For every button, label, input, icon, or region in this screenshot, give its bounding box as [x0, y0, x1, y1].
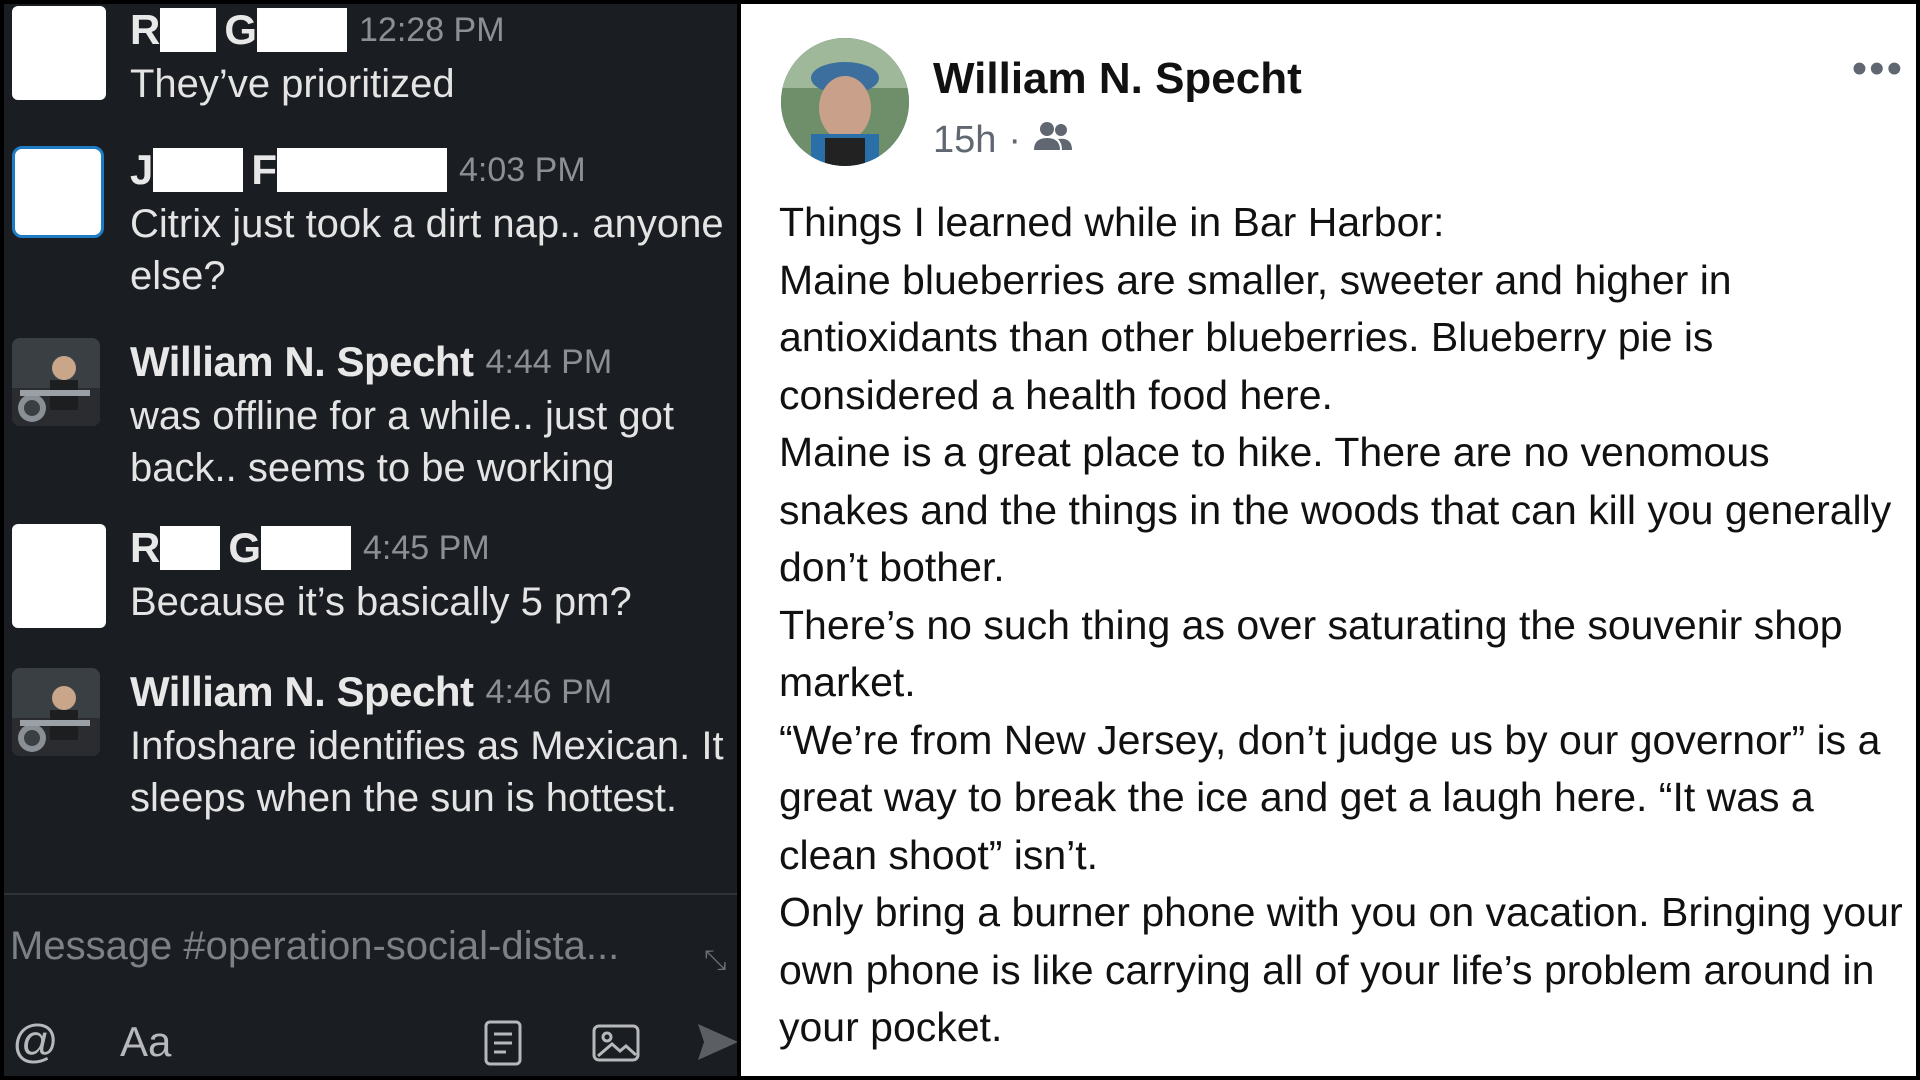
message-time[interactable]: 4:46 PM: [486, 673, 613, 712]
message-text: They’ve prioritized: [130, 62, 455, 106]
message-text: Because it’s basically 5 pm?: [130, 580, 632, 624]
message-header: J F 4:03 PM: [130, 146, 586, 194]
avatar-redacted[interactable]: [12, 6, 106, 100]
message-text: Citrix just took a dirt nap.. anyone els…: [130, 202, 724, 298]
avatar-redacted[interactable]: [12, 524, 106, 628]
at-icon[interactable]: @: [12, 1014, 59, 1068]
avatar-photo[interactable]: [12, 668, 100, 756]
composer-toolbar: @ Aa: [4, 1014, 737, 1076]
message-time[interactable]: 12:28 PM: [359, 11, 505, 50]
friends-audience-icon[interactable]: [1033, 119, 1073, 162]
meta-separator: ·: [1008, 119, 1022, 161]
avatar-photo[interactable]: [12, 338, 100, 426]
message-header: William N. Specht 4:44 PM: [130, 338, 612, 386]
message-text: was offline for a while.. just got back.…: [130, 394, 674, 490]
sender-initial[interactable]: R: [130, 6, 160, 54]
expand-icon[interactable]: ⤡: [704, 944, 726, 977]
redaction-box: [160, 526, 221, 570]
post-paragraph: Maine is a great place to hike. There ar…: [779, 429, 1892, 590]
post-paragraph: There’s no such thing as over saturating…: [779, 601, 1843, 706]
sender-name[interactable]: William N. Specht: [130, 668, 474, 716]
redaction-box: [160, 8, 217, 52]
social-post: William N. Specht 15h · ••• Things I lea…: [741, 4, 1916, 1076]
send-icon[interactable]: [696, 1018, 737, 1071]
post-age[interactable]: 15h: [933, 119, 996, 162]
message-text: Infoshare identifies as Mexican. It slee…: [130, 724, 724, 820]
chat-panel: R G 12:28 PM They’ve prioritized J F 4:0…: [4, 4, 737, 1076]
sender-initial[interactable]: R: [130, 524, 160, 572]
message-time[interactable]: 4:45 PM: [363, 529, 490, 568]
post-paragraph: Things I learned while in Bar Harbor:: [779, 199, 1445, 245]
avatar-person-icon: [12, 668, 100, 756]
sender-initial[interactable]: G: [224, 6, 257, 54]
avatar-person-icon: [781, 38, 909, 166]
sender-initial[interactable]: G: [228, 524, 261, 572]
composer-divider: [4, 893, 737, 895]
sender-initial[interactable]: F: [251, 146, 277, 194]
message-header: R G 4:45 PM: [130, 524, 490, 572]
more-options-icon[interactable]: •••: [1852, 44, 1904, 94]
format-text-icon[interactable]: Aa: [120, 1018, 171, 1066]
post-paragraph: Maine blueberries are smaller, sweeter a…: [779, 256, 1732, 418]
message-input[interactable]: Message #operation-social-dista...: [10, 924, 670, 969]
message-header: William N. Specht 4:46 PM: [130, 668, 612, 716]
message-time[interactable]: 4:44 PM: [486, 343, 613, 382]
post-paragraph: “We’re from New Jersey, don’t judge us b…: [779, 716, 1881, 878]
redaction-box: [277, 148, 448, 192]
message-time[interactable]: 4:03 PM: [459, 151, 586, 190]
shortcut-icon[interactable]: [480, 1018, 526, 1073]
post-paragraph: Only bring a burner phone with you on va…: [779, 889, 1903, 1050]
image-icon[interactable]: [590, 1018, 642, 1073]
post-meta: 15h ·: [933, 119, 1073, 162]
sender-initial[interactable]: J: [130, 146, 153, 194]
post-author-name[interactable]: William N. Specht: [933, 54, 1302, 104]
post-author-avatar[interactable]: [781, 38, 909, 166]
avatar-person-icon: [12, 338, 100, 426]
post-body: Things I learned while in Bar Harbor: Ma…: [779, 194, 1909, 1057]
avatar-redacted[interactable]: [12, 146, 104, 238]
sender-name[interactable]: William N. Specht: [130, 338, 474, 386]
redaction-box: [261, 526, 352, 570]
redaction-box: [257, 8, 348, 52]
message-header: R G 12:28 PM: [130, 6, 505, 54]
redaction-box: [153, 148, 244, 192]
